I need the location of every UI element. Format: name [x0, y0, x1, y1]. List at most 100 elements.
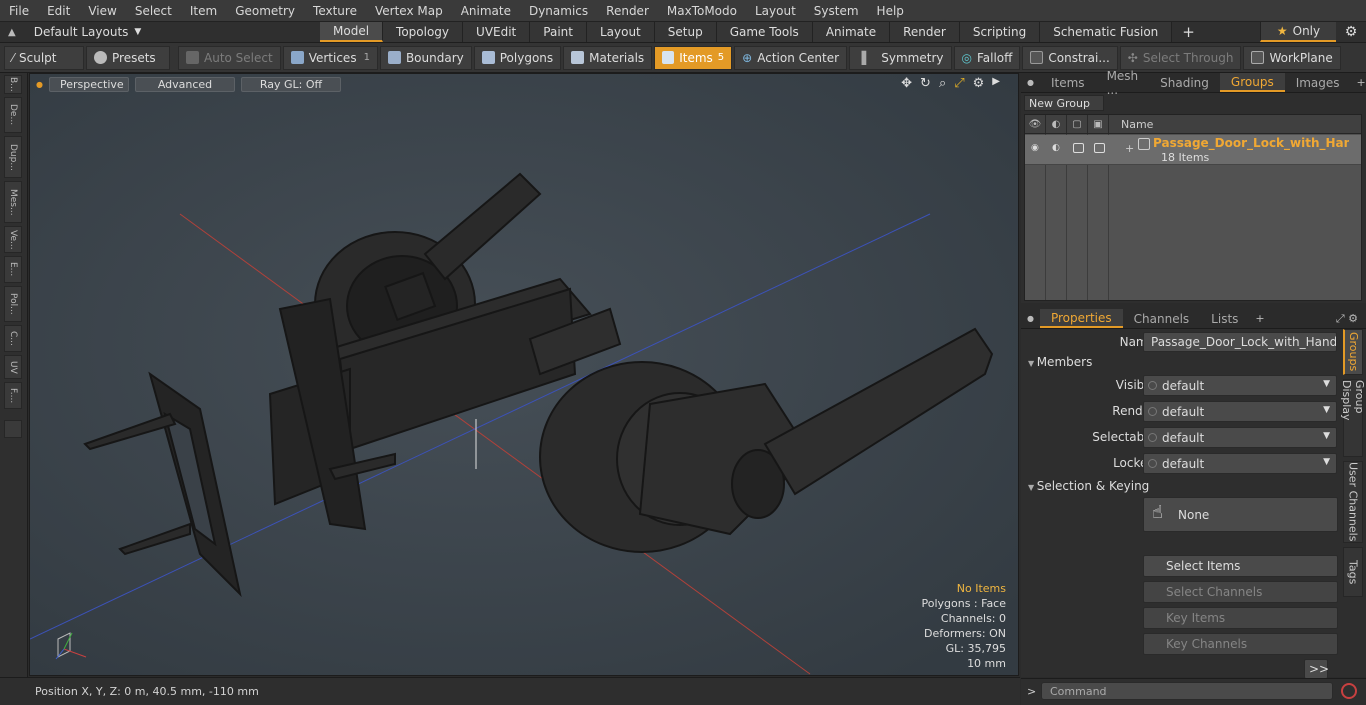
- polygons-button[interactable]: Polygons: [473, 45, 562, 70]
- action-center-button[interactable]: ⊕ Action Center: [734, 45, 848, 70]
- select-items-button[interactable]: Select Items: [1143, 555, 1338, 577]
- tab-schematic-fusion[interactable]: Schematic Fusion: [1040, 22, 1173, 42]
- play-arrow-icon[interactable]: ▶: [992, 76, 1000, 91]
- lock-icon[interactable]: ▣: [1088, 115, 1109, 133]
- menu-item-file[interactable]: File: [0, 4, 38, 18]
- viewport-gear-icon[interactable]: ⚙: [973, 76, 985, 91]
- layout-selector[interactable]: ▲ Default Layouts ▼: [0, 22, 320, 42]
- sculpt-button[interactable]: ⁄ Sculpt: [4, 45, 84, 70]
- selectable-dropdown[interactable]: default ▼: [1143, 427, 1337, 448]
- tab-paint[interactable]: Paint: [530, 22, 587, 42]
- row-render-icon[interactable]: ◐: [1052, 143, 1060, 153]
- key-channels-button[interactable]: Key Channels: [1143, 633, 1338, 655]
- row-lock-icon[interactable]: [1094, 143, 1105, 153]
- advanced-button[interactable]: Advanced: [134, 76, 235, 92]
- key-items-button[interactable]: Key Items: [1143, 607, 1338, 629]
- constraints-button[interactable]: Constrai...: [1022, 45, 1118, 70]
- expand-plus-icon[interactable]: +: [1125, 142, 1134, 155]
- boundary-button[interactable]: Boundary: [379, 45, 472, 70]
- tab-uvedit[interactable]: UVEdit: [463, 22, 531, 42]
- left-tool-tab-7[interactable]: C...: [4, 325, 22, 352]
- left-tool-tab-5[interactable]: E...: [4, 256, 22, 283]
- auto-select-button[interactable]: Auto Select: [178, 45, 281, 70]
- command-input[interactable]: Command: [1041, 682, 1333, 700]
- zoom-icon[interactable]: ⌕: [939, 76, 946, 91]
- panel-tab-images[interactable]: Images: [1285, 73, 1351, 92]
- tab-setup[interactable]: Setup: [654, 22, 717, 42]
- rotate-icon[interactable]: ↻: [920, 76, 931, 91]
- tab-topology[interactable]: Topology: [383, 22, 464, 42]
- panel-tab-groups[interactable]: Groups: [1219, 73, 1285, 92]
- perspective-button[interactable]: Perspective: [48, 76, 129, 92]
- row-eye-icon[interactable]: ◉: [1031, 143, 1039, 153]
- add-tab-button[interactable]: +: [1172, 23, 1205, 41]
- name-field[interactable]: Passage_Door_Lock_with_Handle_Silv: [1143, 332, 1337, 352]
- select-channels-button[interactable]: Select Channels: [1143, 581, 1338, 603]
- left-tool-tab-3[interactable]: Mes...: [4, 181, 22, 223]
- left-tool-tab-6[interactable]: Pol...: [4, 286, 22, 322]
- left-tool-tab-4[interactable]: Ve...: [4, 226, 22, 253]
- menu-item-geometry[interactable]: Geometry: [226, 4, 304, 18]
- side-tab-group-display[interactable]: Group Display: [1340, 379, 1366, 457]
- render-dropdown[interactable]: default ▼: [1143, 401, 1337, 422]
- row-select-icon[interactable]: [1073, 143, 1084, 153]
- menu-item-animate[interactable]: Animate: [452, 4, 520, 18]
- select-through-button[interactable]: ✣ Select Through: [1119, 45, 1242, 70]
- menu-item-vertex-map[interactable]: Vertex Map: [366, 4, 452, 18]
- table-row[interactable]: ◉ ◐ + Passage_Door_Lock_with_Hand... 18 …: [1025, 135, 1361, 165]
- tab-scripting[interactable]: Scripting: [959, 22, 1041, 42]
- vertices-button[interactable]: Vertices 1: [282, 45, 378, 70]
- 3d-viewport[interactable]: ● Perspective Advanced Ray GL: Off ✥ ↻ ⌕…: [29, 73, 1019, 676]
- menu-item-system[interactable]: System: [805, 4, 868, 18]
- panel-tab-items[interactable]: Items: [1040, 73, 1096, 92]
- locked-dropdown[interactable]: default ▼: [1143, 453, 1337, 474]
- side-tab-user-channels[interactable]: User Channels: [1343, 461, 1363, 543]
- items-button[interactable]: Items 5: [654, 45, 733, 70]
- left-tool-settings-tab[interactable]: [4, 420, 22, 438]
- props-expand-icon[interactable]: ⤢ ⚙: [1328, 312, 1366, 326]
- side-tab-groups[interactable]: Groups: [1343, 329, 1363, 375]
- left-tool-tab-8[interactable]: UV: [4, 355, 22, 379]
- left-tool-tab-1[interactable]: De...: [4, 97, 22, 133]
- visibility-eye-icon[interactable]: 👁: [1025, 115, 1046, 133]
- menu-item-texture[interactable]: Texture: [304, 4, 366, 18]
- tab-game-tools[interactable]: Game Tools: [716, 22, 813, 42]
- visible-dropdown[interactable]: default ▼: [1143, 375, 1337, 396]
- move-icon[interactable]: ✥: [901, 76, 912, 91]
- menu-item-edit[interactable]: Edit: [38, 4, 79, 18]
- menu-item-render[interactable]: Render: [597, 4, 658, 18]
- menu-item-view[interactable]: View: [79, 4, 125, 18]
- menu-item-dynamics[interactable]: Dynamics: [520, 4, 597, 18]
- more-button[interactable]: >>: [1304, 659, 1329, 679]
- menu-item-item[interactable]: Item: [181, 4, 226, 18]
- members-section[interactable]: ▼ Members: [1028, 355, 1092, 369]
- tab-model[interactable]: Model: [320, 22, 384, 42]
- props-tab-lists[interactable]: Lists: [1200, 309, 1249, 328]
- left-tool-tab-9[interactable]: F....: [4, 382, 22, 409]
- new-group-button[interactable]: New Group: [1024, 95, 1104, 111]
- presets-button[interactable]: Presets: [86, 45, 170, 70]
- props-tab-properties[interactable]: Properties: [1039, 309, 1123, 328]
- materials-button[interactable]: Materials: [563, 45, 653, 70]
- falloff-button[interactable]: ◎ Falloff: [953, 45, 1021, 70]
- tab-animate[interactable]: Animate: [812, 22, 891, 42]
- tab-layout[interactable]: Layout: [586, 22, 655, 42]
- selection-keying-section[interactable]: ▼ Selection & Keying: [1028, 479, 1149, 493]
- add-panel-tab-icon[interactable]: +: [1351, 76, 1366, 89]
- panel-tab-shading[interactable]: Shading: [1149, 73, 1220, 92]
- symmetry-button[interactable]: ▐ Symmetry: [849, 45, 952, 70]
- props-tab-channels[interactable]: Channels: [1123, 309, 1201, 328]
- left-tool-tab-0[interactable]: B...: [4, 75, 22, 94]
- menu-item-help[interactable]: Help: [868, 4, 913, 18]
- only-toggle[interactable]: ★ Only: [1260, 22, 1336, 42]
- viewport-dot-icon[interactable]: ●: [36, 80, 43, 89]
- menu-item-maxtomodo[interactable]: MaxToModo: [658, 4, 746, 18]
- menu-item-layout[interactable]: Layout: [746, 4, 805, 18]
- fit-icon[interactable]: ⤢: [954, 76, 964, 91]
- record-icon[interactable]: [1341, 683, 1357, 699]
- settings-gear-icon[interactable]: ⚙: [1336, 24, 1366, 40]
- none-button[interactable]: ☝ None: [1143, 497, 1338, 532]
- workplane-button[interactable]: WorkPlane: [1243, 45, 1341, 70]
- select-cube-icon[interactable]: ▢: [1067, 115, 1088, 133]
- side-tab-tags[interactable]: Tags: [1343, 547, 1363, 597]
